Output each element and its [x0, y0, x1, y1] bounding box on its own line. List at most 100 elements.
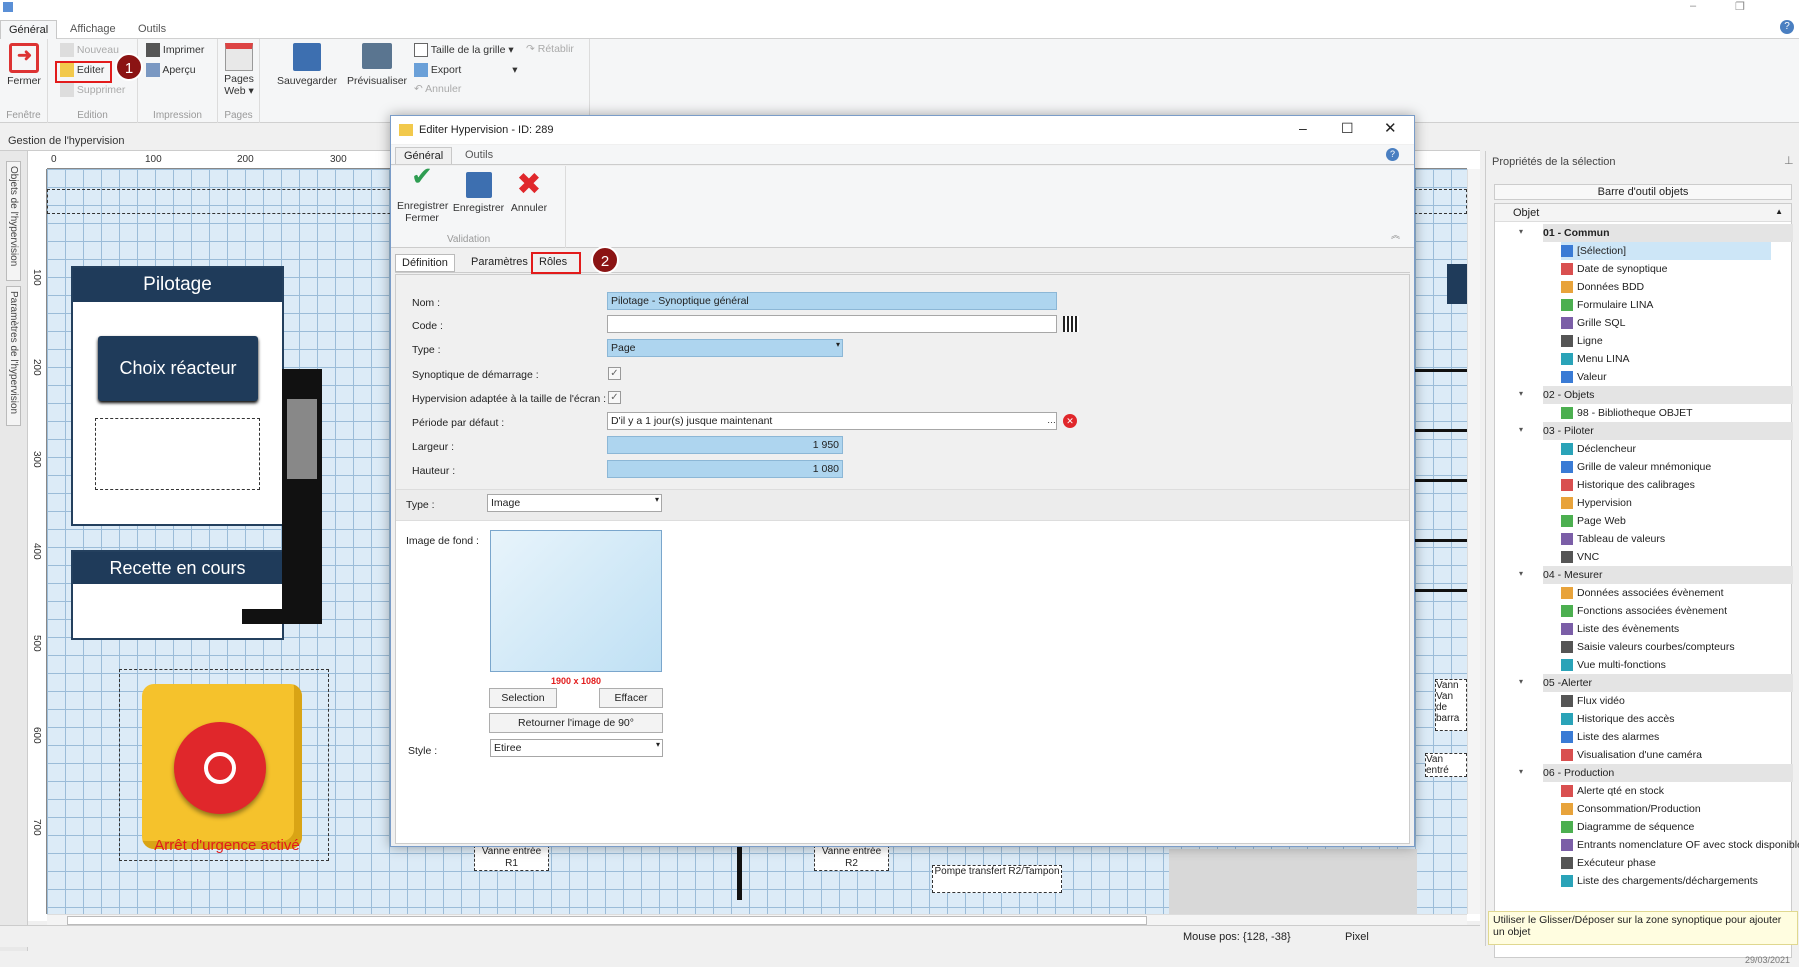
tab-parametres-hypervision[interactable]: Paramètres de l'hypervision [6, 286, 21, 426]
minimize-icon[interactable]: – [1299, 120, 1307, 136]
tree-group[interactable]: 01 - Commun [1543, 224, 1793, 242]
save-close-button[interactable]: ✔ Enregistrer Fermer [397, 163, 448, 224]
retablir-button[interactable]: ↷ Rétablir [526, 43, 574, 55]
tree-item[interactable]: VNC [1561, 548, 1599, 566]
tree-item[interactable]: [Sélection] [1561, 242, 1771, 260]
tree-item[interactable]: Visualisation d'une caméra [1561, 746, 1702, 764]
imprimer-button[interactable]: Imprimer [146, 43, 204, 57]
tree-item[interactable]: Liste des évènements [1561, 620, 1679, 638]
choix-reacteur-button[interactable]: Choix réacteur [98, 336, 258, 401]
tree-item[interactable]: Ligne [1561, 332, 1603, 350]
annuler-ribbon-button[interactable]: ↶ Annuler [414, 83, 461, 95]
demarrage-checkbox[interactable]: ✓ [608, 367, 621, 380]
nom-input[interactable]: Pilotage - Synoptique général [607, 292, 1057, 310]
style-select[interactable]: Etiree ▾ [490, 739, 663, 757]
chevron-down-icon[interactable]: ▾ [1519, 677, 1523, 686]
hscroll-thumb[interactable] [67, 916, 1147, 925]
previsualiser-button[interactable]: Prévisualiser [342, 43, 412, 87]
tree-item[interactable]: Valeur [1561, 368, 1607, 386]
subtab-definition[interactable]: Définition [395, 254, 455, 272]
code-input[interactable] [607, 315, 1057, 333]
chevron-down-icon[interactable]: ▾ [1519, 425, 1523, 434]
recette-panel[interactable]: Recette en cours [71, 550, 284, 640]
vanne-r2-label[interactable]: Vanne entrée R2 [814, 845, 889, 871]
tree-item[interactable]: Saisie valeurs courbes/compteurs [1561, 638, 1735, 656]
tab-outils[interactable]: Outils [130, 20, 174, 39]
tree-item[interactable]: Liste des alarmes [1561, 728, 1659, 746]
tree-item[interactable]: Historique des calibrages [1561, 476, 1695, 494]
tree-item[interactable]: Historique des accès [1561, 710, 1674, 728]
chevron-down-icon[interactable]: ▾ [1519, 767, 1523, 776]
apercu-button[interactable]: Aperçu [146, 63, 196, 77]
save-button[interactable]: Enregistrer [451, 170, 506, 214]
pilotage-panel[interactable]: Pilotage Choix réacteur [71, 266, 284, 526]
type-select[interactable]: Page ▾ [607, 339, 843, 357]
tab-affichage[interactable]: Affichage [62, 20, 124, 39]
tree-item[interactable]: Liste des chargements/déchargements [1561, 872, 1758, 890]
object-tree[interactable]: Objet ▲ 01 - Commun ▾ [Sélection] Date de sy… [1494, 203, 1799, 958]
cancel-button[interactable]: ✖ Annuler [507, 170, 551, 215]
pin-icon[interactable]: ⊥ [1784, 154, 1794, 167]
chevron-down-icon[interactable]: ▾ [1519, 389, 1523, 398]
pages-web-button[interactable]: Pages Web ▾ [220, 43, 258, 97]
tree-item[interactable]: Formulaire LINA [1561, 296, 1653, 314]
tree-item[interactable]: Données associées évènement [1561, 584, 1724, 602]
periode-input[interactable]: D'il y a 1 jour(s) jusque maintenant [607, 412, 1057, 430]
tree-group[interactable]: 04 - Mesurer [1543, 566, 1793, 584]
vanne-right-label[interactable]: Vann Van de barra [1435, 679, 1467, 731]
tree-item[interactable]: 98 - Bibliotheque OBJET [1561, 404, 1693, 422]
tree-item[interactable]: Exécuteur phase [1561, 854, 1656, 872]
adaptee-checkbox[interactable]: ✓ [608, 391, 621, 404]
help-icon[interactable]: ? [1386, 148, 1399, 161]
clear-icon[interactable]: ✕ [1063, 414, 1077, 428]
help-icon[interactable]: ? [1780, 20, 1794, 34]
export-button[interactable]: Export ▾ [414, 63, 517, 77]
tree-item[interactable]: Données BDD [1561, 278, 1644, 296]
pompe-label[interactable]: Pompe transfert R2/Tampon [932, 865, 1062, 893]
subtab-parametres[interactable]: Paramètres [465, 255, 534, 269]
selection-button[interactable]: Selection [489, 688, 557, 708]
qr-code-icon[interactable] [1063, 316, 1079, 332]
tab-general[interactable]: Général [0, 20, 58, 39]
sauvegarder-button[interactable]: Sauvegarder [272, 43, 342, 87]
chevron-down-icon[interactable]: ▾ [1519, 569, 1523, 578]
tree-item[interactable]: Vue multi-fonctions [1561, 656, 1666, 674]
tree-item[interactable]: Hypervision [1561, 494, 1632, 512]
close-icon[interactable]: ✕ [1384, 119, 1397, 137]
tree-header[interactable]: Objet ▲ [1495, 204, 1791, 222]
minimize-icon[interactable]: – [1690, 0, 1696, 12]
effacer-button[interactable]: Effacer [599, 688, 663, 708]
tree-item[interactable]: Menu LINA [1561, 350, 1630, 368]
tree-item[interactable]: Tableau de valeurs [1561, 530, 1665, 548]
tree-item[interactable]: Alerte qté en stock [1561, 782, 1664, 800]
supprimer-button[interactable]: Supprimer [60, 83, 125, 97]
tree-item[interactable]: Grille SQL [1561, 314, 1625, 332]
tree-item[interactable]: Déclencheur [1561, 440, 1636, 458]
tree-item[interactable]: Flux vidéo [1561, 692, 1625, 710]
tree-item[interactable]: Consommation/Production [1561, 800, 1701, 818]
maximize-icon[interactable]: ☐ [1341, 120, 1354, 137]
vanne-right-label-2[interactable]: Van entré [1425, 753, 1467, 777]
nouveau-button[interactable]: Nouveau [60, 43, 119, 57]
ellipsis-button[interactable]: … [1047, 415, 1056, 425]
tree-body[interactable]: 01 - Commun ▾ [Sélection] Date de synoptiqu… [1495, 224, 1799, 888]
tree-group[interactable]: 05 -Alerter [1543, 674, 1793, 692]
tree-item[interactable]: Page Web [1561, 512, 1626, 530]
collapse-ribbon-icon[interactable]: ︽ [1391, 228, 1400, 241]
largeur-input[interactable]: 1 950 [607, 436, 843, 454]
type2-select[interactable]: Image ▾ [487, 494, 662, 512]
vanne-r1-label[interactable]: Vanne entrée R1 [474, 845, 549, 871]
tree-item[interactable]: Grille de valeur mnémonique [1561, 458, 1711, 476]
tree-item[interactable]: Diagramme de séquence [1561, 818, 1694, 836]
tree-item[interactable]: Fonctions associées évènement [1561, 602, 1727, 620]
retourner-button[interactable]: Retourner l'image de 90° [489, 713, 663, 733]
tree-group[interactable]: 06 - Production [1543, 764, 1793, 782]
tree-group[interactable]: 02 - Objets [1543, 386, 1793, 404]
tree-item[interactable]: Date de synoptique [1561, 260, 1667, 278]
taille-grille-button[interactable]: Taille de la grille ▾ [414, 43, 514, 57]
hauteur-input[interactable]: 1 080 [607, 460, 843, 478]
restore-icon[interactable]: ❐ [1735, 0, 1745, 13]
tree-item[interactable]: Entrants nomenclature OF avec stock disp… [1561, 836, 1799, 854]
emergency-button-graphic[interactable] [142, 684, 302, 849]
chevron-down-icon[interactable]: ▾ [1519, 227, 1523, 236]
